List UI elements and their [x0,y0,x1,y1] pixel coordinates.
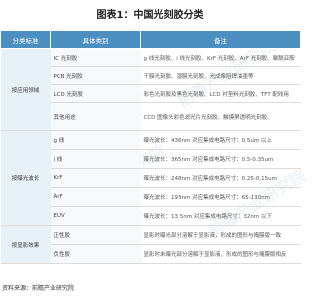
column-header-category: 具体类别 [50,30,141,49]
table-row: 按显影效果 正性胶 显影时曝光部分溶解于显影液，形成的图形与掩膜版一致 [0,225,301,264]
group-cell: 按曝光波长 [0,130,51,226]
category-cell: 其他用途 [50,102,141,131]
table-header-row: 分类标准 具体类别 备注 [0,30,301,49]
classification-table: 分类标准 具体类别 备注 按应用领域 IC 光刻胶 g 线光刻胶、i 线光刻胶、… [0,30,301,264]
note-cell: 显影时曝光部分溶解于显影液，形成的图形与掩膜版一致 [140,225,301,245]
note-cell: CCD 图像头彩色滤光片光刻胶、触摸屏透明光刻胶、 [140,102,301,131]
category-cell: i 线 [50,149,141,169]
note-cell: 曝光波长：193nm 对应集成电路尺寸：65-130nm [140,187,301,207]
group-cell: 按显影效果 [0,225,51,264]
note-cell: 显影时未曝光部分溶解于显影液，形成的图形与掩膜版相反 [140,244,301,264]
table-row: 按曝光波长 g 线 曝光波长：436nm 对应集成电路尺寸：0.5um 以上 [0,130,301,226]
category-cell: g 线 [50,130,141,150]
category-cell: EUV [50,206,141,226]
column-header-note: 备注 [140,30,301,49]
group-cell: 按应用领域 [0,48,51,131]
note-cell: 曝光波长：436nm 对应集成电路尺寸：0.5um 以上 [140,130,301,150]
note-cell: 曝光波长：13.5nm 对应集成电路尺寸：32nm 以下 [140,206,301,226]
note-cell: 曝光波长：365nm 对应集成电路尺寸：0.5-0.35um [140,149,301,169]
note-cell: 曝光波长：248nm 对应集成电路尺寸：0.25-0.15um [140,168,301,188]
column-header-standard: 分类标准 [0,30,51,49]
category-cell: ArF [50,187,141,207]
category-cell: KrF [50,168,141,188]
category-cell: 正性胶 [50,225,141,245]
note-cell: 彩色光刻胶及黑色光刻胶、LCD 衬垫料光刻胶、TFT 配线用 [140,84,301,103]
category-cell: PCB 光刻胶 [50,66,141,85]
category-cell: LCD 光刻胶 [50,84,141,103]
source-note: 资料来源：前瞻产业研究院 [2,285,75,292]
note-cell: g 线光刻胶、i 线光刻胶、KrF 光刻胶、ArF 光刻胶、聚酰亚胺 [140,48,301,67]
table-row: 按应用领域 IC 光刻胶 g 线光刻胶、i 线光刻胶、KrF 光刻胶、ArF 光… [0,48,301,131]
page-title: 图表1：中国光刻胶分类 [96,10,204,21]
note-cell: 干膜光刻胶、湿膜光刻胶、光成像阻焊油墨等 [140,66,301,85]
category-cell: IC 光刻胶 [50,48,141,67]
category-cell: 负性胶 [50,244,141,264]
